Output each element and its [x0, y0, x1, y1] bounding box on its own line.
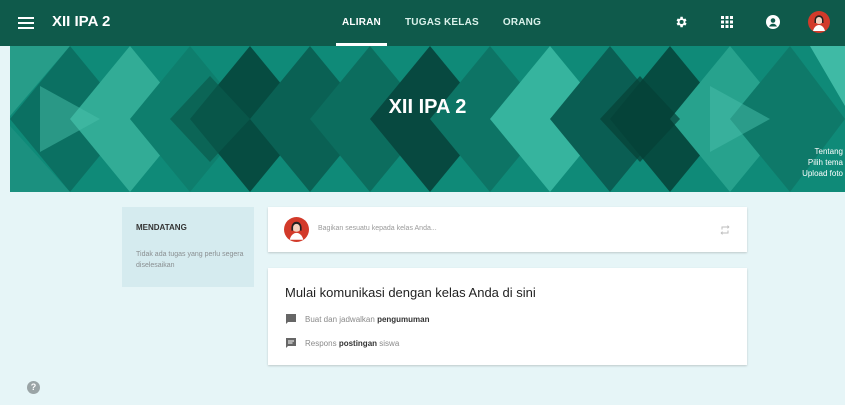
class-banner: XII IPA 2 Tentang Pilih tema Upload foto [10, 46, 845, 192]
respond-bold: postingan [338, 338, 378, 348]
top-app-bar: XII IPA 2 ALIRAN TUGAS KELAS ORANG [0, 0, 845, 46]
upload-photo-link[interactable]: Upload foto [802, 168, 843, 179]
tab-tugas-kelas[interactable]: TUGAS KELAS [393, 0, 491, 46]
tab-aliran[interactable]: ALIRAN [330, 0, 393, 46]
share-box[interactable]: Bagikan sesuatu kepada kelas Anda... [268, 207, 747, 252]
tab-orang[interactable]: ORANG [491, 0, 553, 46]
respond-text: Respons [305, 338, 337, 348]
banner-pattern [10, 46, 845, 192]
upcoming-title: MENDATANG [136, 223, 187, 232]
comment-icon [286, 314, 296, 324]
intro-title: Mulai komunikasi dengan kelas Anda di si… [285, 285, 536, 300]
gear-icon[interactable] [669, 10, 693, 34]
about-link[interactable]: Tentang [802, 146, 843, 157]
banner-title: XII IPA 2 [388, 96, 467, 118]
intro-card: Mulai komunikasi dengan kelas Anda di si… [268, 268, 747, 365]
help-icon[interactable]: ? [27, 381, 40, 394]
banner-links: Tentang Pilih tema Upload foto [802, 146, 843, 179]
announcement-bold: pengumuman [377, 314, 430, 324]
repost-icon[interactable] [719, 223, 731, 241]
announcement-text: Buat dan jadwalkan [305, 314, 375, 324]
avatar [284, 217, 309, 242]
avatar[interactable] [807, 10, 831, 34]
message-icon [286, 338, 296, 348]
apps-grid-icon[interactable] [715, 10, 739, 34]
account-icon[interactable] [761, 10, 785, 34]
announcement-row[interactable]: Buat dan jadwalkan pengumuman [285, 313, 430, 325]
class-title[interactable]: XII IPA 2 [52, 13, 110, 30]
menu-icon[interactable] [18, 14, 34, 32]
share-input[interactable]: Bagikan sesuatu kepada kelas Anda... [318, 225, 437, 232]
respond-suffix: siswa [379, 338, 400, 348]
top-actions [669, 10, 831, 34]
select-theme-link[interactable]: Pilih tema [802, 157, 843, 168]
respond-row[interactable]: Respons postingan siswa [285, 337, 399, 349]
upcoming-panel: MENDATANG Tidak ada tugas yang perlu seg… [122, 207, 254, 287]
upcoming-empty-text: Tidak ada tugas yang perlu segera disele… [136, 251, 244, 269]
nav-tabs: ALIRAN TUGAS KELAS ORANG [330, 0, 553, 46]
